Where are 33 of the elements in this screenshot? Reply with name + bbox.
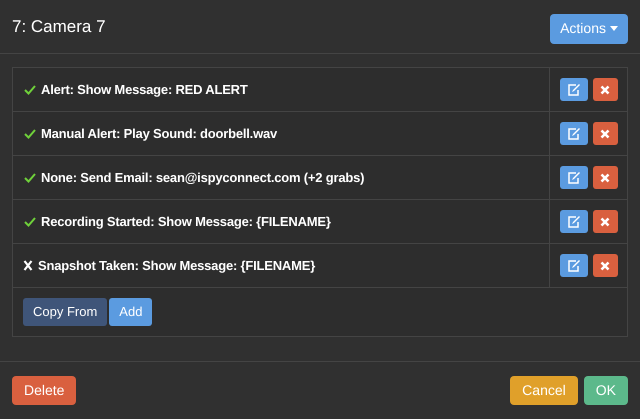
ok-button[interactable]: OK bbox=[584, 376, 628, 404]
edit-icon bbox=[566, 83, 580, 96]
remove-button[interactable] bbox=[592, 210, 618, 233]
add-button[interactable]: Add bbox=[109, 298, 152, 326]
actions-button[interactable]: Actions bbox=[550, 14, 628, 44]
close-icon bbox=[600, 260, 610, 270]
edit-button[interactable] bbox=[560, 78, 588, 101]
dialog-title: 7: Camera 7 bbox=[12, 16, 106, 38]
remove-button[interactable] bbox=[592, 78, 618, 101]
edit-button[interactable] bbox=[560, 210, 588, 233]
edit-button[interactable] bbox=[560, 166, 588, 189]
close-icon bbox=[600, 172, 610, 182]
event-text: Manual Alert: Play Sound: doorbell.wav bbox=[41, 124, 278, 143]
edit-button[interactable] bbox=[560, 122, 588, 145]
close-icon bbox=[600, 216, 610, 226]
edit-icon bbox=[566, 259, 580, 272]
event-text: Recording Started: Show Message: {FILENAME} bbox=[41, 212, 331, 231]
remove-button[interactable] bbox=[592, 122, 618, 145]
cancel-button[interactable]: Cancel bbox=[510, 376, 578, 404]
edit-icon bbox=[566, 171, 580, 184]
remove-button[interactable] bbox=[592, 254, 618, 277]
copy-from-button[interactable]: Copy From bbox=[23, 298, 108, 326]
event-text: None: Send Email: sean@ispyconnect.com (+2 grabs) bbox=[41, 168, 364, 187]
caret-icon bbox=[610, 26, 618, 31]
remove-button[interactable] bbox=[592, 166, 618, 189]
edit-icon bbox=[566, 127, 580, 140]
edit-button[interactable] bbox=[560, 254, 588, 277]
delete-button[interactable]: Delete bbox=[12, 376, 76, 404]
event-text: Alert: Show Message: RED ALERT bbox=[41, 80, 248, 99]
close-icon bbox=[600, 84, 610, 94]
event-text: Snapshot Taken: Show Message: {FILENAME} bbox=[38, 256, 316, 275]
close-icon bbox=[600, 128, 610, 138]
edit-icon bbox=[566, 215, 580, 228]
